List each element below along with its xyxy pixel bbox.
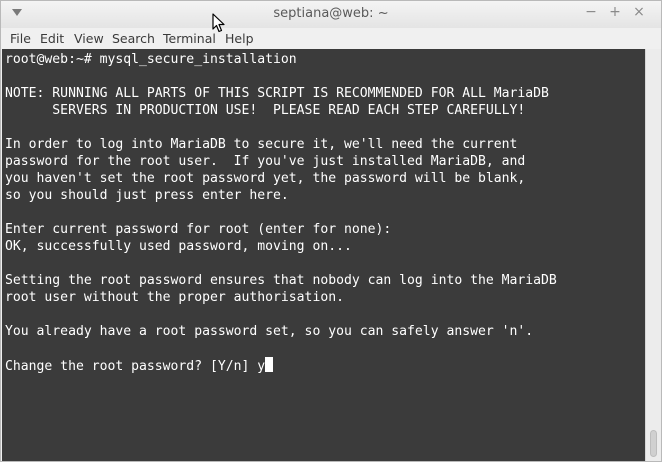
close-button[interactable]: × (627, 4, 651, 20)
menu-view[interactable]: View (74, 31, 104, 46)
terminal-line: In order to log into MariaDB to secure i… (5, 137, 518, 152)
window-title: septiana@web: ~ (273, 6, 389, 21)
terminal-prompt-text: Change the root password? [Y/n] y (5, 359, 266, 374)
maximize-button[interactable]: + (603, 4, 627, 20)
menu-terminal[interactable]: Terminal (163, 31, 216, 46)
title-bar[interactable]: septiana@web: ~ − + × (1, 1, 661, 28)
menu-search[interactable]: Search (112, 31, 155, 46)
terminal-line: SERVERS IN PRODUCTION USE! PLEASE READ E… (5, 103, 526, 118)
minimize-button[interactable]: − (579, 4, 603, 20)
terminal-line: Setting the root password ensures that n… (5, 273, 557, 288)
menu-file[interactable]: File (10, 31, 31, 46)
terminal-line: root@web:~# mysql_secure_installation (5, 52, 297, 67)
text-cursor (265, 357, 274, 372)
terminal-window: septiana@web: ~ − + × File Edit View Sea… (0, 0, 662, 462)
terminal-line: NOTE: RUNNING ALL PARTS OF THIS SCRIPT I… (5, 86, 549, 101)
window-controls: − + × (579, 4, 651, 20)
terminal-line: You already have a root password set, so… (5, 324, 534, 339)
vertical-scrollbar[interactable] (645, 49, 661, 461)
terminal-line: root user without the proper authorisati… (5, 290, 344, 305)
menu-help[interactable]: Help (225, 31, 254, 46)
menu-bar: File Edit View Search Terminal Help (1, 28, 661, 49)
terminal-line: OK, successfully used password, moving o… (5, 239, 352, 254)
terminal-prompt-line: Change the root password? [Y/n] y (5, 357, 274, 375)
terminal-line: Enter current password for root (enter f… (5, 222, 392, 237)
terminal-line: you haven't set the root password yet, t… (5, 171, 526, 186)
terminal-line: password for the root user. If you've ju… (5, 154, 526, 169)
terminal-output[interactable]: root@web:~# mysql_secure_installation NO… (2, 49, 645, 461)
menu-edit[interactable]: Edit (40, 31, 64, 46)
scrollbar-thumb[interactable] (650, 430, 657, 457)
mouse-pointer-icon (212, 13, 225, 33)
terminal-line: so you should just press enter here. (5, 188, 289, 203)
